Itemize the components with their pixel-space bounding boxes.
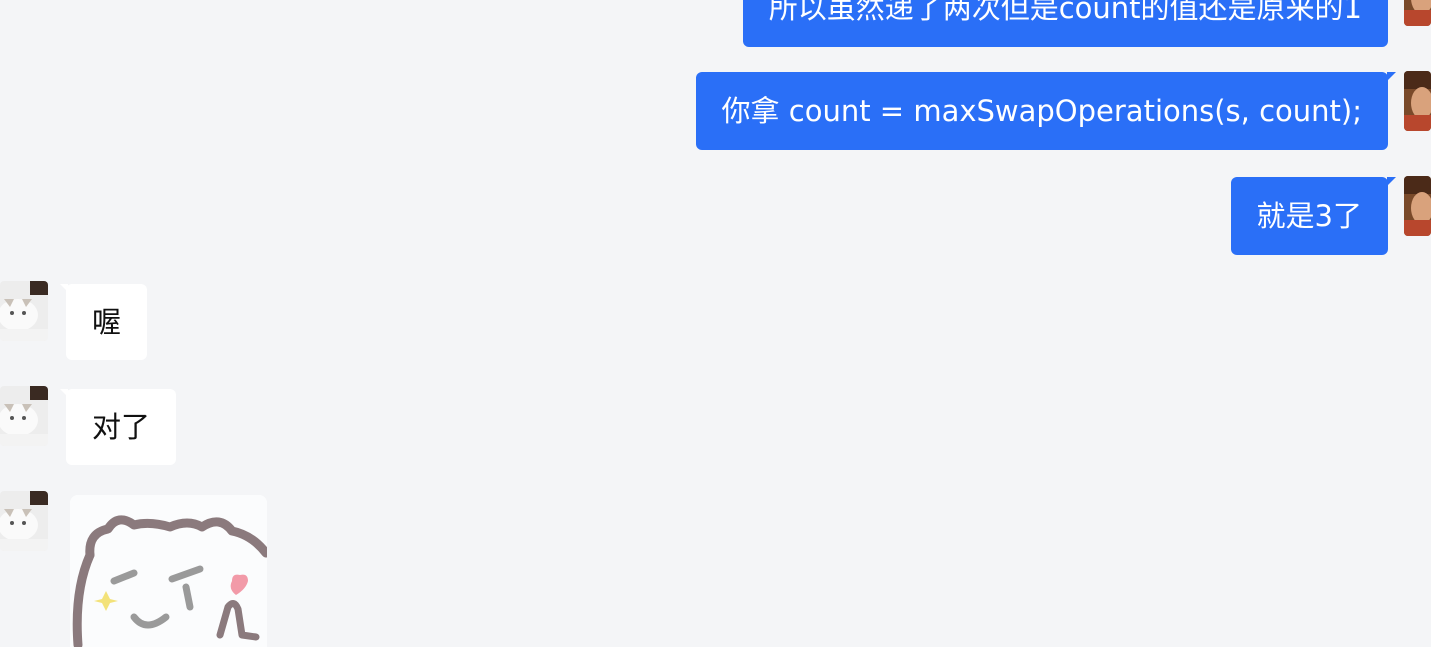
message-bubble-outgoing[interactable]: 就是3了 (1230, 177, 1397, 255)
message-bubble-incoming[interactable]: 喔 (59, 284, 148, 360)
cat-avatar-icon (0, 386, 48, 446)
bear-sticker-icon (70, 495, 267, 647)
self-avatar[interactable] (1404, 71, 1431, 131)
message-bubble-incoming[interactable]: 对了 (59, 389, 177, 465)
peer-avatar[interactable] (0, 491, 48, 551)
chat-message-list[interactable]: 所以虽然递了两次但是count的值还是原来的1 你拿 count = maxSw… (0, 0, 1431, 647)
user-photo-avatar-icon (1404, 71, 1431, 131)
peer-avatar[interactable] (0, 386, 48, 446)
self-avatar[interactable] (1404, 176, 1431, 236)
user-photo-avatar-icon (1404, 176, 1431, 236)
message-bubble-outgoing[interactable]: 所以虽然递了两次但是count的值还是原来的1 (742, 0, 1388, 47)
peer-avatar[interactable] (0, 281, 48, 341)
cat-avatar-icon (0, 491, 48, 551)
self-avatar[interactable] (1404, 0, 1431, 26)
user-photo-avatar-icon (1404, 0, 1431, 26)
cat-avatar-icon (0, 281, 48, 341)
message-bubble-outgoing[interactable]: 你拿 count = maxSwapOperations(s, count); (695, 72, 1397, 150)
bear-sticker-message[interactable] (70, 495, 267, 647)
